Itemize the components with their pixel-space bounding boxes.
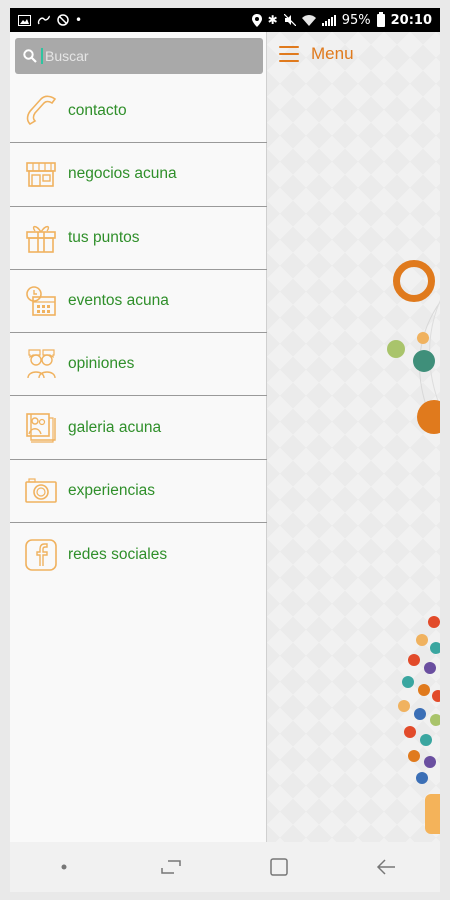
drawer-menu: contacto negocios acuna tus puntos event… — [10, 80, 267, 586]
battery-percent: 95% — [341, 12, 371, 28]
drawer-item-label: tus puntos — [68, 228, 140, 246]
drawer-item-opiniones[interactable]: opiniones — [10, 333, 267, 397]
recent-apps-icon — [161, 860, 181, 874]
wifi-icon — [301, 14, 316, 26]
bluetooth-icon: ✱ — [267, 13, 278, 27]
system-navigation-bar — [10, 842, 440, 892]
dot-icon — [61, 864, 67, 870]
camera-icon — [24, 474, 58, 508]
drawer-item-galeria-acuna[interactable]: galeria acuna — [10, 396, 267, 460]
search-icon — [23, 49, 37, 63]
drawer-item-tus-puntos[interactable]: tus puntos — [10, 207, 267, 270]
mute-icon — [283, 14, 296, 26]
drawer-item-redes-sociales[interactable]: redes sociales — [10, 523, 267, 586]
blocked-notification-icon — [57, 14, 69, 26]
main-content: Menu — [267, 32, 440, 842]
drawer-item-label: eventos acuna — [68, 292, 169, 310]
facebook-icon — [24, 538, 58, 572]
battery-icon — [376, 11, 385, 27]
drawer-item-label: experiencias — [68, 481, 156, 499]
location-icon — [251, 13, 262, 27]
drawer-item-negocios-acuna[interactable]: negocios acuna — [10, 143, 267, 207]
navigation-drawer: contacto negocios acuna tus puntos event… — [10, 32, 267, 842]
store-icon — [24, 157, 58, 191]
gallery-notification-icon — [18, 14, 31, 26]
status-bar-right: ✱ 95% 20:10 — [251, 11, 432, 28]
drawer-item-contacto[interactable]: contacto — [10, 80, 267, 144]
search-input[interactable] — [41, 48, 241, 64]
clock: 20:10 — [390, 12, 432, 28]
home-button[interactable] — [249, 847, 309, 887]
drawer-item-label: redes sociales — [68, 545, 168, 563]
people-chat-icon — [24, 347, 58, 381]
teal-dot — [413, 350, 435, 372]
yellow-dot — [417, 332, 429, 344]
signal-icon — [321, 14, 336, 26]
drawer-item-label: contacto — [68, 102, 127, 120]
link-notification-icon — [37, 14, 50, 24]
drawer-item-eventos-acuna[interactable]: eventos acuna — [10, 270, 267, 334]
drawer-item-experiencias[interactable]: experiencias — [10, 460, 267, 524]
screen: • ✱ 95% 20:10 Menu Buscar contacto negoc… — [10, 8, 440, 892]
floating-side-tab[interactable] — [425, 794, 440, 834]
nav-dot-button[interactable] — [34, 847, 94, 887]
home-square-icon — [270, 858, 288, 876]
status-bar: • ✱ 95% 20:10 — [10, 8, 440, 32]
calendar-clock-icon — [24, 284, 58, 318]
more-notifications-dot-icon: • — [75, 13, 83, 27]
status-bar-left: • — [18, 14, 82, 26]
search-bar[interactable] — [15, 38, 263, 74]
gallery-icon — [24, 411, 58, 445]
drawer-item-label: negocios acuna — [68, 165, 177, 183]
colorful-hands-illustration — [398, 616, 440, 784]
orange-ring-logo — [393, 260, 435, 302]
green-dot — [387, 340, 405, 358]
drawer-item-label: galeria acuna — [68, 418, 162, 436]
recent-apps-button[interactable] — [141, 847, 201, 887]
drawer-item-label: opiniones — [68, 355, 135, 373]
back-arrow-icon — [377, 859, 396, 875]
gift-icon — [24, 221, 58, 255]
phone-icon — [24, 94, 58, 128]
back-button[interactable] — [356, 847, 416, 887]
